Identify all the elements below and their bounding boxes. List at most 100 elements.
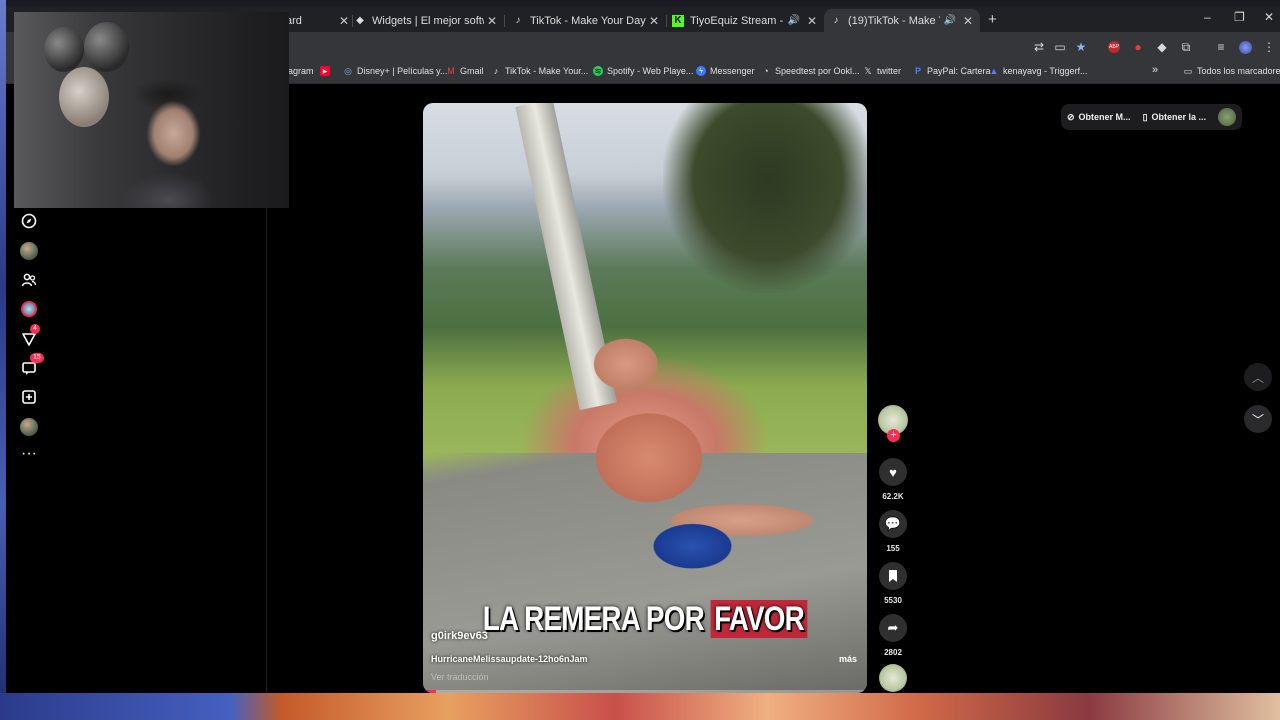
bookmark-icon[interactable] — [879, 562, 907, 590]
bookmark-speedtest[interactable]: ◔ Speedtest por Ookl... — [761, 66, 859, 76]
close-tab-icon[interactable]: ✕ — [646, 14, 662, 28]
tab-kick-stream[interactable]: K TiyoEquiz Stream - Watch L 🔊 ✕ — [672, 9, 820, 32]
messages-icon[interactable]: 15 — [20, 353, 44, 377]
previous-video-button[interactable]: ︿ — [1244, 363, 1272, 391]
triggerfeed-icon: ▲ — [989, 66, 999, 76]
coin-icon: ⊘ — [1067, 111, 1075, 122]
video-progress-bar[interactable] — [423, 690, 867, 693]
music-disc-avatar[interactable] — [878, 664, 908, 692]
more-dots-icon[interactable]: ··· — [20, 445, 38, 463]
tiktok-icon: ♪ — [493, 66, 499, 76]
live-icon[interactable] — [20, 300, 38, 318]
bookmark-star-icon[interactable]: ★ — [1074, 40, 1088, 54]
video-caption-overlay: LA REMERA POR FAVOR — [463, 600, 827, 639]
profile-avatar-nav[interactable] — [20, 418, 38, 436]
close-window-button[interactable]: ✕ — [1264, 10, 1274, 24]
explore-compass-icon[interactable] — [20, 212, 38, 230]
comment-action[interactable]: 💬 155 — [878, 510, 908, 553]
bookmark-spotify[interactable]: ≋ Spotify - Web Playe... — [593, 66, 693, 76]
inbox-icon[interactable]: 4 — [20, 324, 40, 348]
speaker-icon[interactable]: 🔊 — [944, 15, 956, 26]
disney-icon: ◎ — [344, 65, 352, 76]
messages-badge: 15 — [30, 353, 44, 363]
tab-title: Widgets | El mejor software pa — [372, 14, 484, 27]
save-count: 5530 — [884, 596, 902, 605]
new-tab-button[interactable]: + — [988, 11, 997, 28]
bookmark-disney[interactable]: ◎ Disney+ | Películas y... — [343, 65, 447, 77]
tab-tiktok-active[interactable]: ♪ (19)TikTok - Make Your Day 🔊 ✕ — [824, 9, 980, 32]
folder-icon: ▭ — [1183, 65, 1193, 76]
tab-widgets[interactable]: ◆ Widgets | El mejor software pa ✕ — [354, 9, 500, 32]
tiktok-icon: ♪ — [515, 15, 521, 26]
translate-icon[interactable]: ⇄ — [1032, 40, 1046, 54]
share-action[interactable]: ➦ 2802 — [878, 614, 908, 657]
tab-title: TiyoEquiz Stream - Watch L — [690, 14, 784, 27]
more-link[interactable]: más — [839, 654, 857, 664]
close-tab-icon[interactable]: ✕ — [336, 14, 352, 28]
creator-avatar[interactable]: + — [878, 405, 908, 442]
bookmarks-overflow[interactable]: » — [1152, 64, 1158, 76]
gmail-icon: M — [447, 66, 455, 76]
bookmark-triggerfeed[interactable]: ▲ kenayavg - Triggerf... — [989, 66, 1088, 76]
like-action[interactable]: ♥ 62.2K — [878, 458, 908, 501]
next-video-button[interactable]: ﹀ — [1244, 405, 1272, 433]
extension-red-icon[interactable]: ● — [1131, 40, 1145, 54]
friends-icon[interactable] — [20, 271, 38, 289]
adblock-icon[interactable]: ABP — [1107, 40, 1121, 54]
menu-kebab-icon[interactable]: ⋮ — [1262, 40, 1276, 54]
see-translation-link[interactable]: Ver traducción — [431, 672, 489, 682]
bookmark-gmail[interactable]: M Gmail — [446, 66, 483, 76]
video-player[interactable]: LA REMERA POR FAVOR g0irk9ev63 Hurricane… — [423, 103, 867, 693]
youtube-icon: ▶ — [320, 66, 330, 76]
bookmark-instagram[interactable]: agram — [288, 66, 314, 76]
like-count: 62.2K — [882, 492, 904, 501]
tab-tiktok[interactable]: ♪ TikTok - Make Your Day ✕ — [512, 9, 662, 32]
save-action[interactable]: 5530 — [878, 562, 908, 605]
share-arrow-icon[interactable]: ➦ — [879, 614, 907, 642]
user-avatar[interactable] — [1218, 108, 1237, 126]
tiktok-icon: ♪ — [833, 15, 839, 26]
close-tab-icon[interactable]: ✕ — [484, 14, 500, 28]
profile-avatar[interactable] — [1238, 40, 1252, 54]
tab-title: TikTok - Make Your Day — [530, 14, 646, 27]
video-author[interactable]: g0irk9ev63 — [431, 630, 488, 642]
bookmark-twitter[interactable]: 𝕏twitter — [863, 65, 901, 77]
kick-icon: K — [672, 14, 684, 27]
messenger-icon: ϟ — [696, 66, 706, 76]
bookmark-paypal[interactable]: P PayPal: Cartera — [913, 66, 991, 76]
get-app-button[interactable]: ▯ Obtener la ... — [1143, 112, 1206, 123]
heart-icon[interactable]: ♥ — [879, 458, 907, 486]
paypal-icon: P — [914, 66, 921, 76]
comment-count: 155 — [886, 544, 900, 553]
following-avatar[interactable] — [20, 242, 38, 260]
top-right-actions: ⊘ Obtener M... ▯ Obtener la ... — [1061, 104, 1243, 130]
minimize-button[interactable]: – — [1204, 10, 1211, 24]
upload-plus-icon[interactable] — [20, 388, 38, 406]
tab-title: (19)TikTok - Make Your Day — [848, 14, 940, 27]
speaker-icon[interactable]: 🔊 — [788, 15, 800, 26]
comment-icon[interactable]: 💬 — [879, 510, 907, 538]
inbox-badge: 4 — [30, 324, 40, 334]
get-coins-button[interactable]: ⊘ Obtener M... — [1067, 112, 1131, 123]
cast-icon[interactable]: ▭ — [1053, 40, 1067, 54]
share-count: 2802 — [884, 648, 902, 657]
media-control-icon[interactable]: ≡ — [1214, 40, 1228, 54]
speedtest-icon: ◔ — [763, 66, 769, 76]
bookmark-youtube[interactable]: ▶ — [320, 66, 334, 76]
x-icon: 𝕏 — [864, 65, 872, 76]
webcam-overlay — [14, 12, 289, 208]
follow-plus-icon[interactable]: + — [887, 429, 900, 442]
extension-diamond-icon[interactable]: ◆ — [1155, 40, 1169, 54]
all-bookmarks[interactable]: ▭ Todos los marcadores — [1183, 65, 1280, 77]
desktop-wallpaper-bottom — [0, 693, 1280, 720]
close-tab-icon[interactable]: ✕ — [804, 14, 820, 28]
bookmark-tiktok[interactable]: ♪ TikTok - Make Your... — [491, 66, 588, 76]
diamond-icon: ◆ — [356, 15, 364, 26]
extensions-puzzle-icon[interactable]: ⧉ — [1179, 40, 1193, 54]
video-description: HurricaneMelissaupdate-12ho6nJam — [431, 654, 588, 664]
phone-icon: ▯ — [1142, 111, 1148, 122]
restore-button[interactable]: ❐ — [1234, 10, 1245, 24]
close-tab-icon[interactable]: ✕ — [960, 14, 976, 28]
spotify-icon: ≋ — [593, 65, 603, 76]
bookmark-messenger[interactable]: ϟ Messenger — [696, 66, 755, 76]
